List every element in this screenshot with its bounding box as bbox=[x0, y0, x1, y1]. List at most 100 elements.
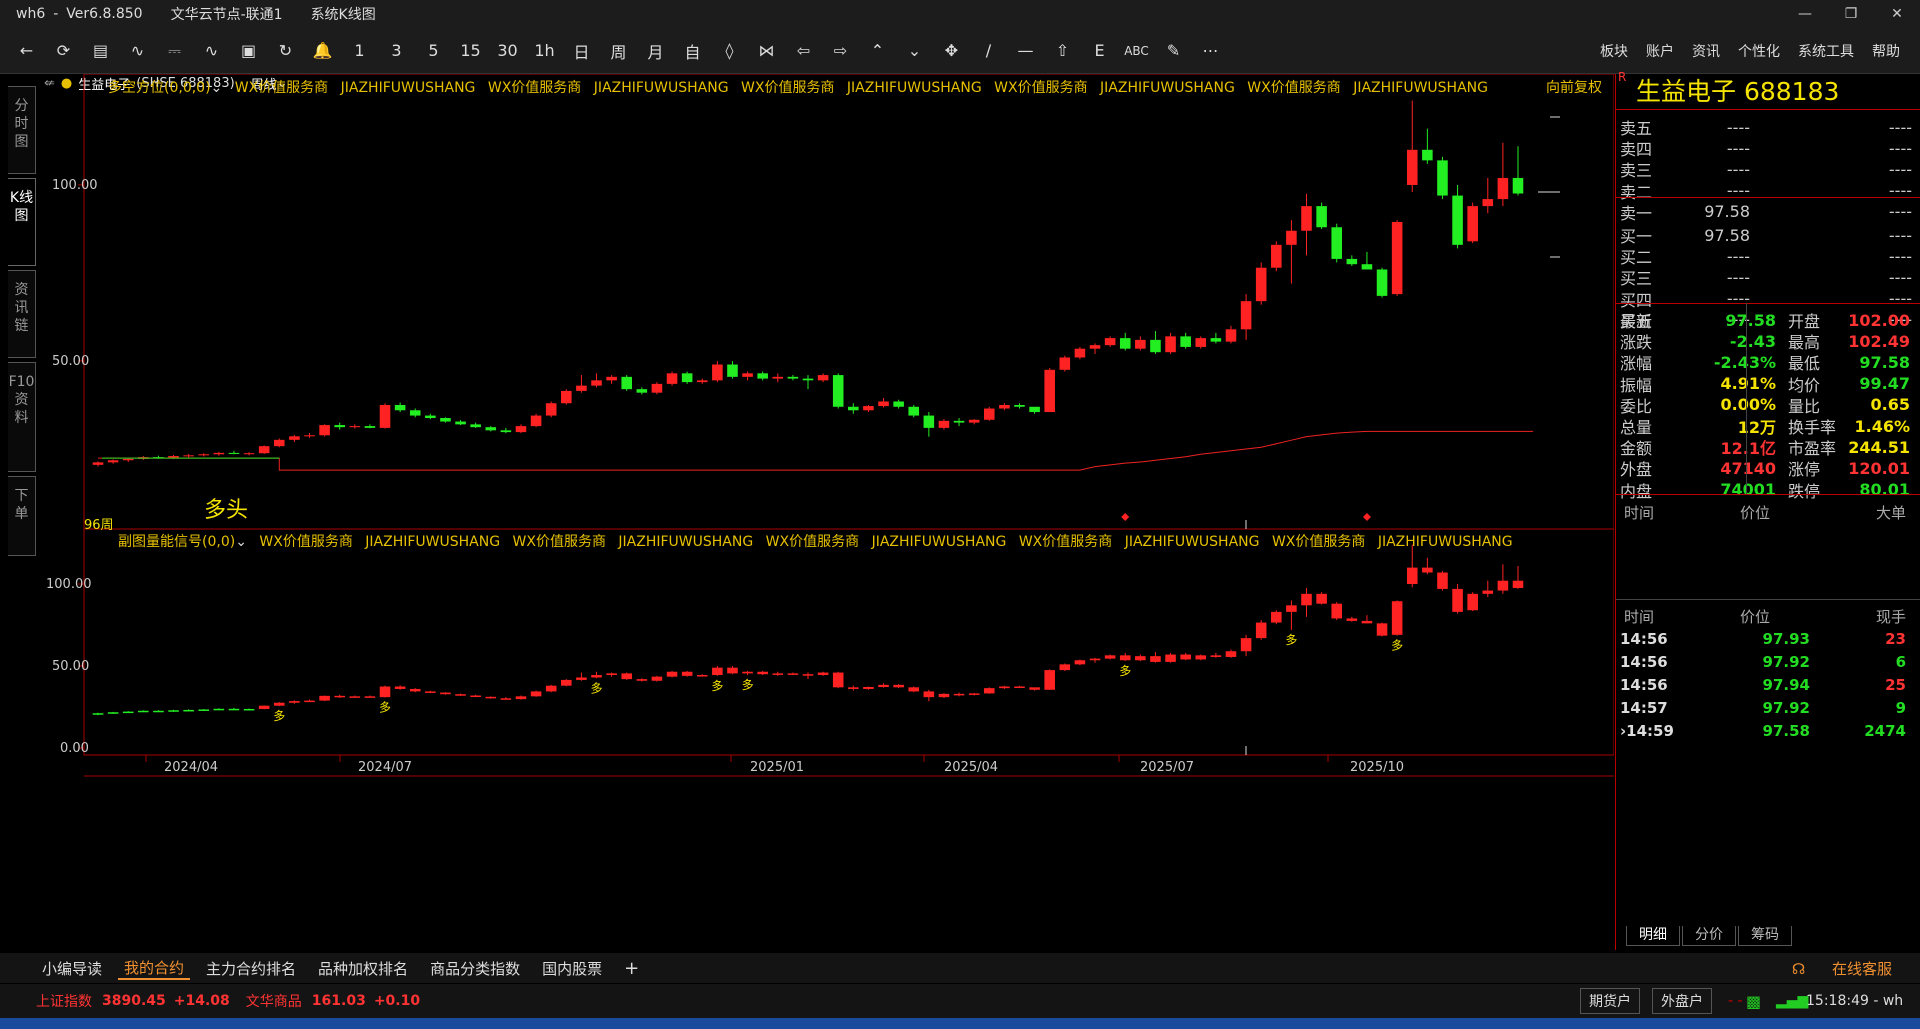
sub-candle-body bbox=[1406, 567, 1418, 584]
hline-icon[interactable]: — bbox=[1007, 34, 1044, 68]
sub-candle-body bbox=[787, 673, 799, 675]
index2-name[interactable]: 文华商品 bbox=[246, 991, 302, 1011]
arrow-down-icon[interactable]: ⌄ bbox=[896, 34, 933, 68]
candle-body bbox=[1422, 149, 1433, 161]
up-arrow-draw-icon[interactable]: ⇧ bbox=[1044, 34, 1081, 68]
period-day[interactable]: 日 bbox=[563, 34, 600, 68]
tab-order[interactable]: 下单 bbox=[8, 476, 36, 556]
tab-f10[interactable]: F10资料 bbox=[8, 362, 36, 472]
tab-price-distribution[interactable]: 分价 bbox=[1682, 926, 1736, 946]
menu-help[interactable]: 帮助 bbox=[1872, 41, 1900, 61]
candle-body bbox=[198, 454, 210, 456]
kline-icon[interactable]: ⎓ bbox=[156, 34, 193, 68]
sub-candle-body bbox=[878, 684, 889, 687]
tab-timeshare[interactable]: 分时图 bbox=[8, 86, 36, 174]
period-week[interactable]: 周 bbox=[600, 34, 637, 68]
tab-domestic-stocks[interactable]: 国内股票 bbox=[536, 958, 608, 979]
sub-indicator-name[interactable]: 副图量能信号(0,0) bbox=[118, 534, 235, 550]
candle-body bbox=[213, 452, 225, 455]
sub-candle-body bbox=[107, 712, 119, 714]
timeshare-icon[interactable]: ∿ bbox=[119, 34, 156, 68]
period-month[interactable]: 月 bbox=[637, 34, 674, 68]
text-draw-icon[interactable]: E bbox=[1081, 34, 1118, 68]
sub-candle-body bbox=[1316, 593, 1327, 604]
period-30min[interactable]: 30 bbox=[489, 34, 526, 68]
tab-news-chain[interactable]: 资讯链 bbox=[8, 270, 36, 358]
line-draw-icon[interactable]: ∕ bbox=[970, 34, 1007, 68]
period-1min[interactable]: 1 bbox=[341, 34, 378, 68]
sub-candle-body bbox=[561, 679, 572, 686]
sub-candle-body bbox=[999, 686, 1010, 689]
period-custom[interactable]: 自 bbox=[674, 34, 711, 68]
chevron-down-icon[interactable]: ⌄ bbox=[235, 534, 247, 550]
menu-account[interactable]: 账户 bbox=[1646, 41, 1674, 61]
tick-time: 14:56 bbox=[1620, 653, 1668, 671]
sub-candle-body bbox=[832, 672, 844, 688]
bottom-tab-bar: 小编导读 我的合约 主力合约排名 品种加权排名 商品分类指数 国内股票 + ☊ … bbox=[0, 953, 1920, 983]
arrow-right-icon[interactable]: ⇨ bbox=[822, 34, 859, 68]
sub-candle-body bbox=[817, 672, 829, 676]
candle-body bbox=[848, 406, 859, 411]
candle-body bbox=[1482, 199, 1494, 207]
menu-tools[interactable]: 系统工具 bbox=[1798, 41, 1854, 61]
sub-candle-body bbox=[122, 711, 134, 714]
menu-news[interactable]: 资讯 bbox=[1692, 41, 1720, 61]
alert-bell-icon[interactable]: 🔔 bbox=[304, 34, 341, 68]
more-icon[interactable]: ⋯ bbox=[1192, 34, 1229, 68]
tab-commodity-index[interactable]: 商品分类指数 bbox=[424, 958, 526, 979]
level-volume: ---- bbox=[1888, 202, 1912, 222]
candle-body bbox=[1165, 336, 1176, 353]
arrow-left-icon[interactable]: ⇦ bbox=[785, 34, 822, 68]
refresh-icon[interactable]: ⟳ bbox=[45, 34, 82, 68]
period-3min[interactable]: 3 bbox=[378, 34, 415, 68]
tab-detail[interactable]: 明细 bbox=[1626, 926, 1680, 946]
candle-body bbox=[742, 373, 753, 377]
futures-account-button[interactable]: 期货户 bbox=[1580, 988, 1640, 1014]
candle-body bbox=[727, 364, 738, 377]
main-y-label: 50.00 bbox=[52, 354, 90, 369]
big-deal-header: 时间 价位 大单 bbox=[1624, 503, 1906, 522]
sub-candle-body bbox=[1301, 593, 1312, 606]
sub-candle-body bbox=[1376, 623, 1388, 636]
indicator-icon[interactable]: ∿ bbox=[193, 34, 230, 68]
sub-candle-body bbox=[92, 713, 104, 715]
sub-candle-body bbox=[273, 702, 285, 706]
server-node[interactable]: 文华云节点-联通1 bbox=[171, 4, 283, 24]
x-label: 2025/07 bbox=[1140, 760, 1195, 775]
foreign-account-button[interactable]: 外盘户 bbox=[1652, 988, 1712, 1014]
eraser-icon[interactable]: ✎ bbox=[1155, 34, 1192, 68]
monitor-icon[interactable]: ▩ bbox=[1746, 992, 1761, 1011]
menu-sector[interactable]: 板块 bbox=[1600, 41, 1628, 61]
sync-icon[interactable]: ↻ bbox=[267, 34, 304, 68]
arrow-up-icon[interactable]: ⌃ bbox=[859, 34, 896, 68]
candle-body bbox=[409, 410, 421, 416]
restore-icon[interactable]: ❐ bbox=[1828, 0, 1874, 28]
close-icon[interactable]: ✕ bbox=[1874, 0, 1920, 28]
add-tab-button[interactable]: + bbox=[618, 958, 645, 979]
zoom-out-icon[interactable]: ⋈ bbox=[748, 34, 785, 68]
index1-name[interactable]: 上证指数 bbox=[36, 991, 92, 1011]
customer-service-link[interactable]: ☊ 在线客服 bbox=[1770, 958, 1904, 979]
period-5min[interactable]: 5 bbox=[415, 34, 452, 68]
tab-chips[interactable]: 筹码 bbox=[1738, 926, 1792, 946]
chart-area[interactable]: ⇍ ● 生益电子 (SHSE 688183) 周线 ⌄ 多空方位(0,0,0)⌄… bbox=[38, 74, 1614, 950]
quote-list-icon[interactable]: ▤ bbox=[82, 34, 119, 68]
chart-window-icon[interactable]: ▣ bbox=[230, 34, 267, 68]
main-kline-chart[interactable]: 多多多多多多多多 bbox=[38, 74, 1614, 950]
ask-row[interactable]: 卖一 97.58 ---- bbox=[1620, 199, 1918, 225]
menu-personalize[interactable]: 个性化 bbox=[1738, 41, 1780, 61]
stat-value: 244.51 bbox=[1848, 437, 1910, 457]
period-1h[interactable]: 1h bbox=[526, 34, 563, 68]
tab-my-contracts[interactable]: 我的合约 bbox=[118, 957, 191, 980]
abc-text-icon[interactable]: ABC bbox=[1118, 34, 1155, 68]
crosshair-icon[interactable]: ✥ bbox=[933, 34, 970, 68]
minimize-icon[interactable]: — bbox=[1782, 0, 1828, 28]
period-15min[interactable]: 15 bbox=[452, 34, 489, 68]
tab-main-contract-rank[interactable]: 主力合约排名 bbox=[200, 958, 302, 979]
zoom-in-icon[interactable]: ◊ bbox=[711, 34, 748, 68]
back-icon[interactable]: ← bbox=[8, 34, 45, 68]
tab-weighted-rank[interactable]: 品种加权排名 bbox=[312, 958, 414, 979]
candle-body bbox=[364, 426, 376, 428]
tab-kline[interactable]: K线图 bbox=[8, 178, 36, 266]
tab-editor-guide[interactable]: 小编导读 bbox=[36, 958, 108, 979]
